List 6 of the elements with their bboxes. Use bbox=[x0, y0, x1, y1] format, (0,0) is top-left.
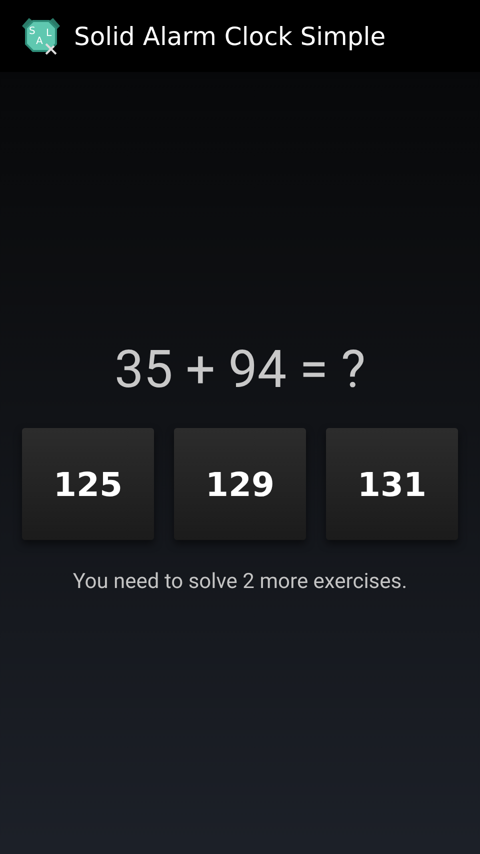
remaining-exercises-text: You need to solve 2 more exercises. bbox=[72, 570, 408, 594]
math-equation: 35 + 94 = ? bbox=[114, 338, 366, 402]
answer-button[interactable]: 129 bbox=[174, 428, 306, 540]
answer-button[interactable]: 125 bbox=[22, 428, 154, 540]
answer-button[interactable]: 131 bbox=[326, 428, 458, 540]
app-title: Solid Alarm Clock Simple bbox=[74, 22, 386, 50]
